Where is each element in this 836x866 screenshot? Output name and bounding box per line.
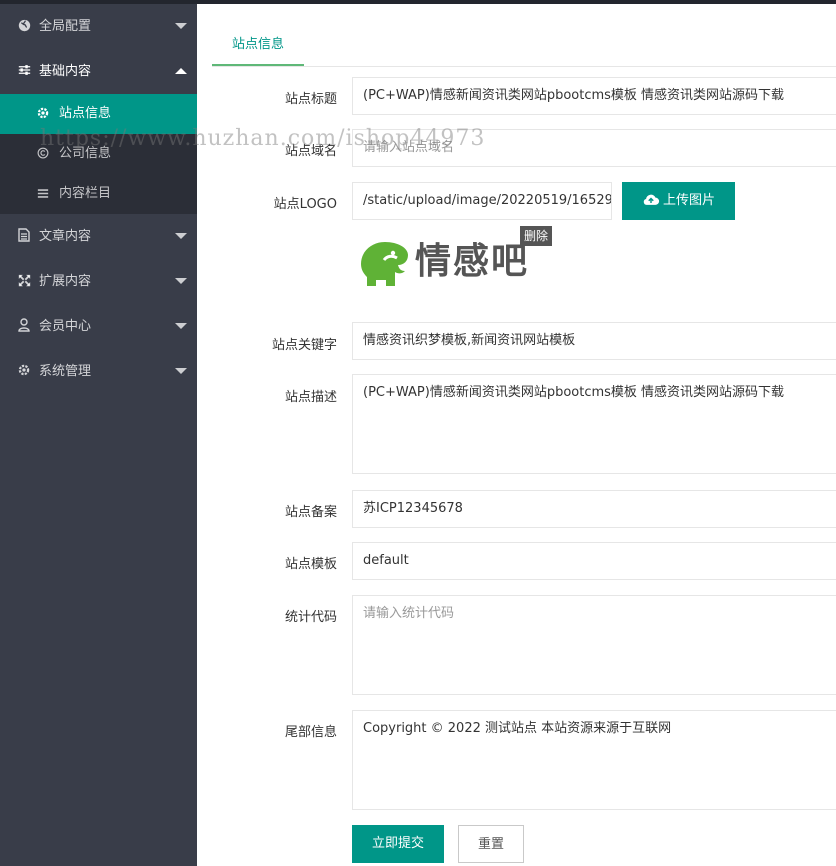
sidebar: 全局配置 基础内容 站点信息 公司信息 内容栏目 文章内容 扩展内容 会员中心 … <box>0 4 197 866</box>
cloud-upload-icon <box>643 194 660 205</box>
site-icp-input[interactable]: 苏ICP12345678 <box>352 490 836 528</box>
upload-image-button[interactable]: 上传图片 <box>622 182 735 220</box>
stats-code-textarea[interactable]: 请输入统计代码 <box>352 595 836 695</box>
sidebar-item-system-management[interactable]: 系统管理 <box>0 349 197 394</box>
sidebar-item-label: 文章内容 <box>39 229 92 244</box>
copyright-icon <box>36 134 50 174</box>
sidebar-item-label: 会员中心 <box>39 319 92 334</box>
site-domain-label: 站点域名 <box>284 144 337 159</box>
main-content: 站点信息 站点标题 (PC+WAP)情感新闻资讯类网站pbootcms模板 情感… <box>197 4 836 866</box>
chevron-down-icon <box>175 368 187 374</box>
site-description-label: 站点描述 <box>284 390 337 405</box>
site-domain-input[interactable]: 请输入站点域名 <box>352 129 836 167</box>
site-title-label: 站点标题 <box>284 92 337 107</box>
stats-code-label: 统计代码 <box>284 610 337 625</box>
globe-icon <box>16 4 32 49</box>
sidebar-item-label: 扩展内容 <box>39 274 92 289</box>
expand-icon <box>16 259 32 304</box>
document-icon <box>16 214 32 259</box>
sidebar-item-label: 公司信息 <box>59 146 112 161</box>
sidebar-item-basic-content[interactable]: 基础内容 <box>0 49 197 94</box>
gear-icon <box>36 94 50 134</box>
site-template-label: 站点模板 <box>284 557 337 572</box>
sidebar-submenu: 站点信息 公司信息 内容栏目 <box>0 94 197 214</box>
chevron-up-icon <box>175 68 187 74</box>
chevron-down-icon <box>175 233 187 239</box>
sidebar-item-label: 站点信息 <box>59 106 112 121</box>
tab-site-info[interactable]: 站点信息 <box>212 26 305 66</box>
sidebar-item-label: 内容栏目 <box>59 186 112 201</box>
sidebar-item-label: 系统管理 <box>39 364 92 379</box>
chevron-down-icon <box>175 323 187 329</box>
sidebar-item-site-info[interactable]: 站点信息 <box>0 94 197 134</box>
chevron-down-icon <box>175 278 187 284</box>
sidebar-item-label: 全局配置 <box>39 19 92 34</box>
sidebar-item-extended-content[interactable]: 扩展内容 <box>0 259 197 304</box>
site-logo-label: 站点LOGO <box>273 197 337 212</box>
upload-image-label: 上传图片 <box>662 193 715 208</box>
site-keywords-input[interactable]: 情感资讯织梦模板,新闻资讯网站模板 <box>352 322 836 360</box>
logo-text: 情感吧 <box>415 241 530 282</box>
sidebar-item-content-columns[interactable]: 内容栏目 <box>0 174 197 214</box>
sidebar-item-global-config[interactable]: 全局配置 <box>0 4 197 49</box>
gear-icon <box>16 349 32 394</box>
user-icon <box>16 304 32 349</box>
chevron-down-icon <box>175 23 187 29</box>
tab-bar: 站点信息 <box>212 26 836 67</box>
reset-button[interactable]: 重置 <box>458 825 524 863</box>
elephant-logo-icon <box>361 242 408 286</box>
footer-info-textarea[interactable]: Copyright © 2022 测试站点 本站资源来源于互联网 <box>352 710 836 810</box>
site-template-input[interactable]: default <box>352 542 836 580</box>
site-logo-input[interactable]: /static/upload/image/20220519/1652962 <box>352 182 612 220</box>
site-title-input[interactable]: (PC+WAP)情感新闻资讯类网站pbootcms模板 情感资讯类网站源码下载 <box>352 77 836 115</box>
sidebar-item-company-info[interactable]: 公司信息 <box>0 134 197 174</box>
site-keywords-label: 站点关键字 <box>271 338 337 353</box>
sidebar-item-member-center[interactable]: 会员中心 <box>0 304 197 349</box>
delete-logo-button[interactable]: 删除 <box>520 226 552 246</box>
site-icp-label: 站点备案 <box>284 505 337 520</box>
sidebar-item-label: 基础内容 <box>39 64 92 79</box>
submit-button[interactable]: 立即提交 <box>352 825 444 863</box>
footer-info-label: 尾部信息 <box>284 725 337 740</box>
sidebar-item-article-content[interactable]: 文章内容 <box>0 214 197 259</box>
sliders-icon <box>16 49 32 94</box>
site-description-textarea[interactable]: (PC+WAP)情感新闻资讯类网站pbootcms模板 情感资讯类网站源码下载 <box>352 374 836 474</box>
list-icon <box>36 174 50 214</box>
